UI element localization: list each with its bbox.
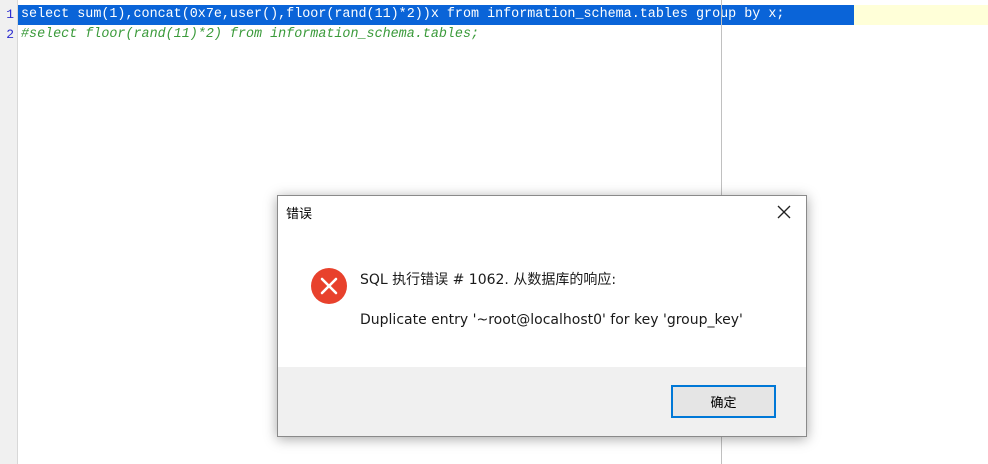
dialog-title: 错误 xyxy=(286,207,313,222)
error-x-icon xyxy=(310,267,348,305)
error-dialog: 错误 SQL 执行错误 # 1062. 从数据库的响应: Duplicate e… xyxy=(277,195,807,437)
error-message-detail: Duplicate entry '~root@localhost0' for k… xyxy=(360,312,743,328)
error-message-header: SQL 执行错误 # 1062. 从数据库的响应: xyxy=(360,272,617,288)
line-number-gutter: 1 2 xyxy=(0,0,18,464)
ok-button[interactable]: 确定 xyxy=(671,385,776,418)
code-line-2[interactable]: #select floor(rand(11)*2) from informati… xyxy=(21,25,479,45)
code-line-1[interactable]: select sum(1),concat(0x7e,user(),floor(r… xyxy=(21,5,784,25)
close-icon[interactable] xyxy=(774,202,794,222)
dialog-footer: 确定 xyxy=(278,367,806,436)
line-number: 1 xyxy=(6,7,14,22)
line-number: 2 xyxy=(6,27,14,42)
